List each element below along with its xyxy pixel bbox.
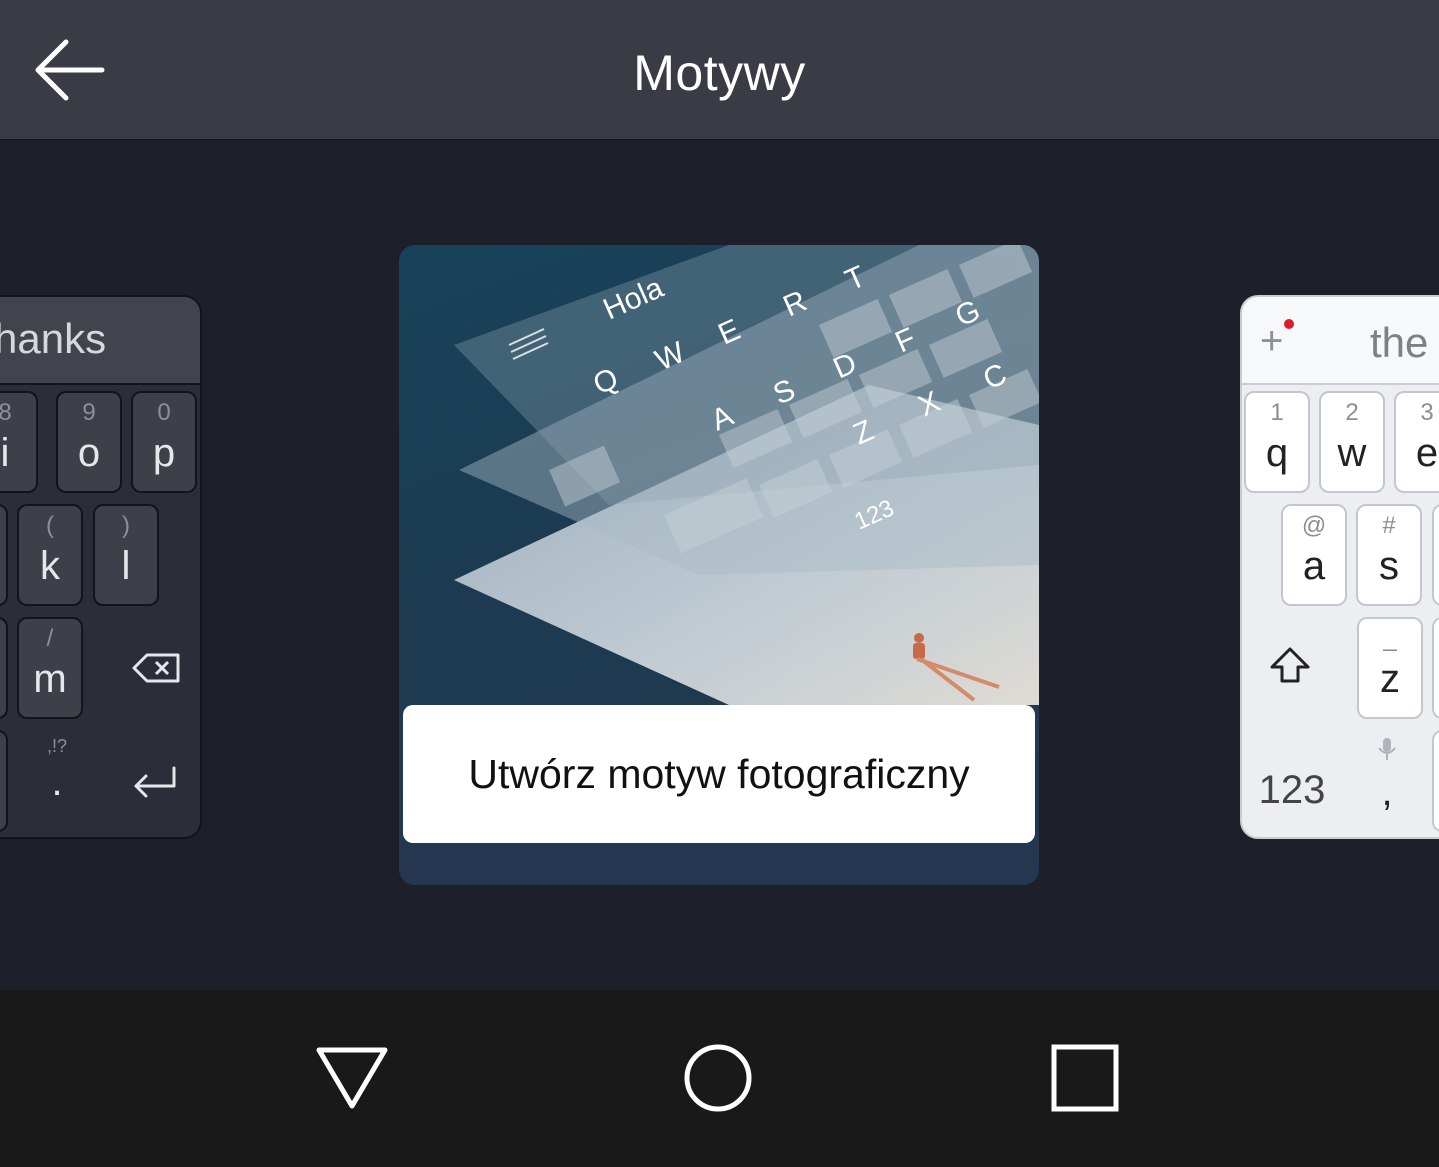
key-w: 2w: [1319, 391, 1385, 493]
notification-dot: [1284, 319, 1294, 329]
system-nav-bar: [0, 990, 1439, 1167]
nav-back-triangle-icon: [316, 1047, 388, 1109]
key-k: (k: [17, 504, 83, 606]
key-o: 9o: [56, 391, 122, 493]
key-s: # s: [1356, 504, 1422, 606]
backspace-icon: [132, 653, 180, 683]
suggestion-bar: hanks: [0, 297, 200, 385]
suggestion-text: hanks: [0, 315, 107, 362]
nav-home-button[interactable]: [663, 1026, 773, 1130]
plus-icon: +: [1260, 319, 1284, 363]
key-i: 8i: [0, 391, 38, 493]
theme-card-photo[interactable]: Hola Q W E R T A S D F G Z X C 123 Utwór…: [399, 245, 1039, 885]
app-bar: Motywy: [0, 0, 1439, 140]
nav-home-circle-icon: [684, 1044, 752, 1112]
key-period: ,!?.: [46, 736, 67, 804]
theme-carousel[interactable]: hanks 8i 9o 0p (k )l /m: [0, 141, 1439, 990]
numeric-key: 123: [1258, 768, 1326, 812]
mic-icon: [1378, 738, 1396, 760]
key-partial: [0, 617, 8, 719]
key-q: 1q: [1244, 391, 1310, 493]
theme-card-dark[interactable]: hanks 8i 9o 0p (k )l /m: [0, 295, 202, 839]
nav-recents-square-icon: [1051, 1044, 1119, 1112]
photo-theme-preview: Hola Q W E R T A S D F G Z X C 123: [454, 245, 1039, 705]
key-partial: [1432, 504, 1439, 606]
nav-back-button[interactable]: [297, 1026, 407, 1130]
key-e: 3e: [1394, 391, 1439, 493]
key-l: ) l: [93, 504, 159, 606]
key-partial: [1432, 730, 1439, 832]
key-z: _ z: [1357, 617, 1423, 719]
theme-card-light[interactable]: + the 1q 2w 3e @ a # s _ z 123 ,: [1240, 295, 1439, 839]
shift-key: [1252, 617, 1328, 719]
shift-icon: [1270, 647, 1310, 683]
backspace-key: [112, 617, 192, 719]
key-partial: [0, 730, 8, 832]
key-p: 0p: [131, 391, 197, 493]
key-partial: [0, 504, 8, 606]
page-title: Motywy: [633, 45, 806, 101]
enter-key: [112, 730, 192, 832]
key-a: @ a: [1281, 504, 1347, 606]
suggestion-text: the: [1370, 319, 1429, 366]
key-partial: [1432, 617, 1439, 719]
suggestion-bar: + the: [1242, 297, 1439, 385]
card-footer: [399, 843, 1039, 885]
key-comma: ,: [1354, 730, 1420, 832]
key-m: / m: [17, 617, 83, 719]
create-photo-theme-button[interactable]: Utwórz motyw fotograficzny: [403, 705, 1035, 843]
enter-icon: [134, 766, 176, 798]
nav-recents-button[interactable]: [1030, 1026, 1140, 1130]
